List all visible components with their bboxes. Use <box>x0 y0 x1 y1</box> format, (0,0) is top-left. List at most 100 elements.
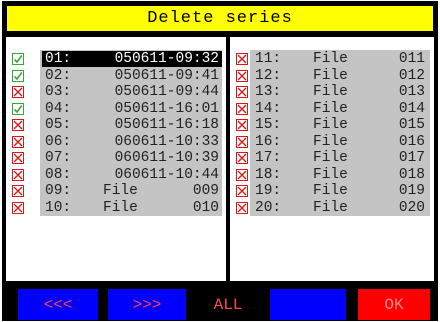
list-item-name: File 009 <box>103 183 219 199</box>
list-item[interactable]: 14: File 014 <box>230 101 434 117</box>
ok-button[interactable]: OK <box>358 289 430 320</box>
list-item-number: 11: <box>255 51 282 67</box>
list-item-name: File 012 <box>313 67 425 84</box>
list-item-label: 07: 060611-10:39 <box>42 150 222 166</box>
list-item-number: 08: <box>45 166 72 183</box>
list-item-label: 16: File 016 <box>252 134 428 150</box>
list-item-name: File 010 <box>103 199 219 216</box>
list-item[interactable]: 05: 050611-16:18 <box>6 117 226 133</box>
list-item-label: 17: File 017 <box>252 150 428 166</box>
list-item-number: 04: <box>45 100 72 117</box>
list-item[interactable]: 15: File 015 <box>230 117 434 133</box>
cross-icon[interactable] <box>236 102 248 115</box>
list-item-name: File 013 <box>313 84 425 100</box>
cross-icon[interactable] <box>236 119 248 131</box>
list-item[interactable]: 11: File 011 <box>230 51 434 67</box>
cross-icon[interactable] <box>236 86 248 98</box>
list-item-name: File 020 <box>313 199 425 216</box>
cross-icon[interactable] <box>236 168 248 181</box>
list-item-number: 14: <box>255 100 282 117</box>
list-item-name: 060611-10:44 <box>114 166 219 183</box>
list-item-name: 050611-09:44 <box>114 84 219 100</box>
list-item-label: 09: File 009 <box>42 183 222 199</box>
list-item[interactable]: 03: 050611-09:44 <box>6 84 226 100</box>
select-all-button[interactable]: ALL <box>196 289 260 320</box>
list-item-name: File 014 <box>313 100 425 117</box>
cross-icon[interactable] <box>12 119 24 131</box>
check-icon[interactable] <box>12 102 24 115</box>
list-item[interactable]: 09: File 009 <box>6 183 226 199</box>
list-item-label: 08: 060611-10:44 <box>42 167 222 183</box>
list-item-name: 060611-10:33 <box>114 133 219 150</box>
list-item-name: 050611-09:41 <box>114 67 219 84</box>
cross-icon[interactable] <box>236 53 248 65</box>
list-item-number: 01: <box>45 51 72 67</box>
list-item-label: 03: 050611-09:44 <box>42 84 222 100</box>
list-item[interactable]: 12: File 012 <box>230 68 434 84</box>
list-item-label: 02: 050611-09:41 <box>42 68 222 84</box>
list-item[interactable]: 08: 060611-10:44 <box>6 167 226 183</box>
list-item-number: 02: <box>45 67 72 84</box>
list-item-number: 15: <box>255 117 282 133</box>
button-bar: <<< >>> ALL OK <box>6 286 434 320</box>
list-item-name: 050611-16:01 <box>114 100 219 117</box>
cross-icon[interactable] <box>12 152 24 164</box>
list-item-number: 18: <box>255 166 282 183</box>
list-item-label: 05: 050611-16:18 <box>42 117 222 133</box>
list-item-label: 11: File 011 <box>252 51 428 67</box>
list-item[interactable]: 17: File 017 <box>230 150 434 166</box>
list-item-number: 13: <box>255 84 282 100</box>
list-item-label: 15: File 015 <box>252 117 428 133</box>
list-item[interactable]: 20: File 020 <box>230 200 434 216</box>
list-item-number: 20: <box>255 199 282 216</box>
list-item-label: 14: File 014 <box>252 101 428 117</box>
list-item[interactable]: 04: 050611-16:01 <box>6 101 226 117</box>
cross-icon[interactable] <box>12 185 24 197</box>
list-item[interactable]: 13: File 013 <box>230 84 434 100</box>
list-item[interactable]: 01: 050611-09:32 <box>6 51 226 67</box>
series-list-right: 11: File 011 12: File 012 13: File 013 14: File 014… <box>230 37 434 281</box>
cross-icon[interactable] <box>12 168 24 181</box>
list-item-number: 10: <box>45 199 72 216</box>
cross-icon[interactable] <box>236 185 248 197</box>
list-item-label: 04: 050611-16:01 <box>42 101 222 117</box>
list-item-name: File 011 <box>313 51 425 67</box>
prev-page-button[interactable]: <<< <box>18 289 98 320</box>
list-item[interactable]: 10: File 010 <box>6 200 226 216</box>
list-item[interactable]: 19: File 019 <box>230 183 434 199</box>
list-item-name: File 016 <box>313 133 425 150</box>
cross-icon[interactable] <box>12 135 24 148</box>
list-item-number: 07: <box>45 150 72 166</box>
check-icon[interactable] <box>12 53 24 65</box>
list-item[interactable]: 07: 060611-10:39 <box>6 150 226 166</box>
check-icon[interactable] <box>12 69 24 82</box>
list-item-number: 09: <box>45 183 72 199</box>
list-item-name: File 019 <box>313 183 425 199</box>
cross-icon[interactable] <box>236 135 248 148</box>
list-item-name: 050611-16:18 <box>114 117 219 133</box>
list-item-name: 060611-10:39 <box>114 150 219 166</box>
list-item-name: File 015 <box>313 117 425 133</box>
list-item-name: File 018 <box>313 166 425 183</box>
list-item[interactable]: 16: File 016 <box>230 134 434 150</box>
cross-icon[interactable] <box>236 201 248 214</box>
list-item-label: 01: 050611-09:32 <box>42 51 222 67</box>
list-item-number: 03: <box>45 84 72 100</box>
list-item-name: File 017 <box>313 150 425 166</box>
list-item-number: 12: <box>255 67 282 84</box>
list-item-number: 17: <box>255 150 282 166</box>
list-item[interactable]: 02: 050611-09:41 <box>6 68 226 84</box>
device-screen: Delete series 01: 050611-09:32 02: 050611-0… <box>2 1 438 321</box>
cross-icon[interactable] <box>236 69 248 82</box>
list-item[interactable]: 06: 060611-10:33 <box>6 134 226 150</box>
blank-button[interactable] <box>270 289 346 320</box>
cross-icon[interactable] <box>12 201 24 214</box>
list-item-number: 05: <box>45 117 72 133</box>
cross-icon[interactable] <box>236 152 248 164</box>
cross-icon[interactable] <box>12 86 24 98</box>
page-title: Delete series <box>6 5 434 32</box>
next-page-button[interactable]: >>> <box>108 289 186 320</box>
list-item-label: 13: File 013 <box>252 84 428 100</box>
list-item-label: 12: File 012 <box>252 68 428 84</box>
list-item[interactable]: 18: File 018 <box>230 167 434 183</box>
